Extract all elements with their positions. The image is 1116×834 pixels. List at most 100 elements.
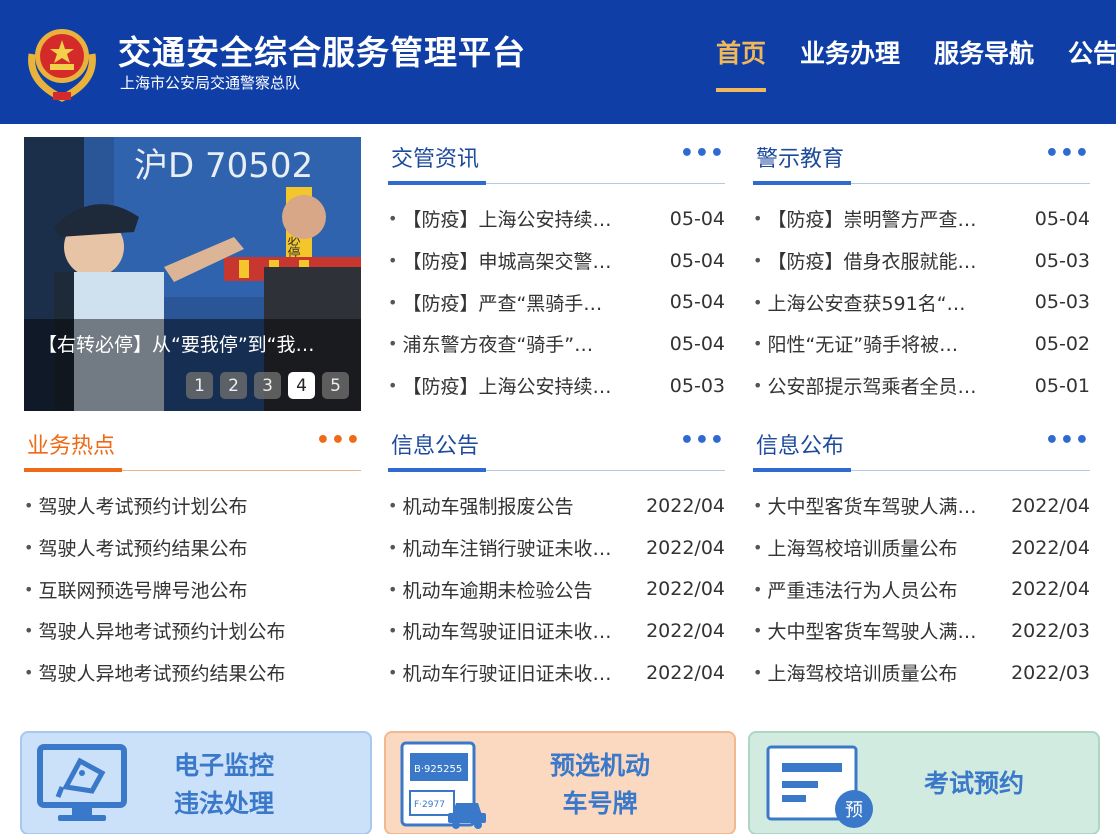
- card-label: 预选机动 车号牌: [550, 747, 650, 823]
- police-emblem-icon: [28, 29, 96, 102]
- item-date: 2022/04: [1011, 578, 1090, 601]
- card-label-line1: 预选机动: [550, 751, 651, 780]
- more-button[interactable]: •••: [1045, 428, 1090, 453]
- item-date: 2022/03: [1011, 619, 1090, 642]
- list-item[interactable]: 阳性“无证”骑手将被… 05-02: [753, 323, 1090, 365]
- item-title: 机动车强制报废公告: [402, 496, 574, 519]
- list-item[interactable]: 大中型客货车驾驶人满… 2022/04: [753, 485, 1090, 527]
- item-title: 机动车驾驶证旧证未收…: [402, 621, 612, 644]
- list-item[interactable]: 互联网预选号牌号池公布: [24, 568, 361, 610]
- site-title: 交通安全综合服务管理平台: [118, 33, 526, 72]
- more-button[interactable]: •••: [316, 428, 361, 453]
- item-date: 05-04: [669, 291, 725, 314]
- item-title: 机动车逾期未检验公告: [402, 579, 593, 602]
- list-item[interactable]: 【防疫】严查“黑骑手… 05-04: [388, 281, 725, 323]
- nav-business[interactable]: 业务办理: [800, 34, 900, 92]
- item-date: 05-04: [669, 332, 725, 355]
- list-item[interactable]: 上海驾校培训质量公布 2022/04: [753, 527, 1090, 569]
- item-title: 【防疫】崇明警方严查…: [767, 209, 977, 232]
- item-title: 大中型客货车驾驶人满…: [767, 621, 977, 644]
- list-item[interactable]: 【防疫】借身衣服就能… 05-03: [753, 240, 1090, 282]
- card-electronic-monitoring[interactable]: 电子监控 违法处理: [20, 731, 372, 834]
- item-title: 公安部提示驾乘者全员…: [767, 376, 977, 399]
- item-title: 机动车行驶证旧证未收…: [402, 663, 612, 686]
- item-date: 2022/04: [646, 536, 725, 559]
- panel-title[interactable]: 信息公告: [391, 428, 479, 460]
- plate-text: 沪D 70502: [134, 146, 313, 186]
- nav-announcement[interactable]: 公告: [1068, 34, 1116, 92]
- item-title: 【防疫】上海公安持续…: [402, 209, 612, 232]
- list-item[interactable]: 机动车行驶证旧证未收… 2022/04: [388, 652, 725, 694]
- nav-home[interactable]: 首页: [716, 34, 767, 92]
- carousel-page-2[interactable]: 2: [220, 372, 247, 399]
- item-title: 驾驶人异地考试预约结果公布: [38, 663, 286, 686]
- card-label-line2: 车号牌: [562, 789, 638, 818]
- item-date: 2022/04: [646, 578, 725, 601]
- more-button[interactable]: •••: [1045, 141, 1090, 166]
- item-date: 05-02: [1034, 332, 1090, 355]
- news-carousel[interactable]: 沪D 70502 右转必停 【右转必停】从“要我停”到“我… 1 2 3 4 5: [24, 137, 361, 411]
- item-title: 严重违法行为人员公布: [767, 579, 958, 602]
- list-item[interactable]: 驾驶人异地考试预约结果公布: [24, 652, 361, 694]
- item-date: 05-04: [669, 207, 725, 230]
- item-date: 2022/04: [646, 619, 725, 642]
- card-label-line1: 电子监控: [174, 751, 275, 780]
- exam-badge-text: 预: [845, 800, 863, 821]
- publish-list: 大中型客货车驾驶人满… 2022/04 上海驾校培训质量公布 2022/04 严重违…: [753, 485, 1090, 693]
- panel-title[interactable]: 业务热点: [27, 428, 115, 460]
- item-title: 阳性“无证”骑手将被…: [767, 334, 959, 357]
- more-button[interactable]: •••: [680, 141, 725, 166]
- card-preselect-plate[interactable]: B·925255 F·2977 预选机动 车号牌: [384, 731, 736, 834]
- list-item[interactable]: 驾驶人异地考试预约计划公布: [24, 610, 361, 652]
- carousel-page-1[interactable]: 1: [186, 372, 213, 399]
- panel-header: 警示教育 •••: [753, 137, 1090, 185]
- panel-info-publish: 信息公布 ••• 大中型客货车驾驶人满… 2022/04 上海驾校培训质量公布 20…: [753, 424, 1090, 693]
- list-item[interactable]: 【防疫】上海公安持续… 05-03: [388, 365, 725, 407]
- item-date: 05-01: [1034, 374, 1090, 397]
- panel-title[interactable]: 交管资讯: [391, 141, 479, 173]
- panel-title[interactable]: 警示教育: [756, 141, 844, 173]
- carousel-page-5[interactable]: 5: [322, 372, 349, 399]
- item-date: 05-04: [1034, 207, 1090, 230]
- item-title: 大中型客货车驾驶人满…: [767, 496, 977, 519]
- card-label: 考试预约: [924, 769, 1025, 798]
- panel-title[interactable]: 信息公布: [756, 428, 844, 460]
- item-title: 【防疫】借身衣服就能…: [767, 251, 977, 274]
- list-item[interactable]: 驾驶人考试预约计划公布: [24, 485, 361, 527]
- list-item[interactable]: 机动车逾期未检验公告 2022/04: [388, 568, 725, 610]
- panel-traffic-news: 交管资讯 ••• 【防疫】上海公安持续… 05-04 【防疫】申城高架交警… 05-…: [388, 137, 725, 406]
- monitor-camera-icon: [37, 744, 127, 821]
- panel-header: 交管资讯 •••: [388, 137, 725, 185]
- site-header: 交通安全综合服务管理平台 上海市公安局交通警察总队 首页 业务办理 服务导航 公…: [0, 0, 1116, 124]
- list-item[interactable]: 公安部提示驾乘者全员… 05-01: [753, 365, 1090, 407]
- list-item[interactable]: 上海公安查获591名“… 05-03: [753, 281, 1090, 323]
- list-item[interactable]: 机动车强制报废公告 2022/04: [388, 485, 725, 527]
- carousel-page-3[interactable]: 3: [254, 372, 281, 399]
- list-item[interactable]: 【防疫】崇明警方严查… 05-04: [753, 198, 1090, 240]
- item-title: 上海驾校培训质量公布: [767, 663, 958, 686]
- list-item[interactable]: 机动车注销行驶证未收… 2022/04: [388, 527, 725, 569]
- more-button[interactable]: •••: [680, 428, 725, 453]
- list-item[interactable]: 上海驾校培训质量公布 2022/03: [753, 652, 1090, 694]
- panel-business-hot: 业务热点 ••• 驾驶人考试预约计划公布 驾驶人考试预约结果公布 互联网预选号牌…: [24, 424, 361, 693]
- item-date: 05-03: [1034, 291, 1090, 314]
- news-list: 【防疫】上海公安持续… 05-04 【防疫】申城高架交警… 05-04 【防疫】严查…: [388, 198, 725, 406]
- nav-service-guide[interactable]: 服务导航: [934, 34, 1034, 92]
- site-subtitle: 上海市公安局交通警察总队: [120, 74, 301, 92]
- exam-booking-icon: 预: [766, 745, 873, 828]
- card-exam-booking[interactable]: 预 考试预约: [748, 731, 1100, 834]
- list-item[interactable]: 浦东警方夜查“骑手”… 05-04: [388, 323, 725, 365]
- carousel-page-4[interactable]: 4: [288, 372, 315, 399]
- plate1-text: B·925255: [414, 764, 462, 775]
- list-item[interactable]: 【防疫】申城高架交警… 05-04: [388, 240, 725, 282]
- item-title: 上海驾校培训质量公布: [767, 538, 958, 561]
- item-title: 机动车注销行驶证未收…: [402, 538, 612, 561]
- list-item[interactable]: 大中型客货车驾驶人满… 2022/03: [753, 610, 1090, 652]
- carousel-caption[interactable]: 【右转必停】从“要我停”到“我…: [38, 330, 356, 357]
- list-item[interactable]: 驾驶人考试预约结果公布: [24, 527, 361, 569]
- item-date: 05-03: [669, 374, 725, 397]
- item-date: 2022/04: [1011, 494, 1090, 517]
- list-item[interactable]: 严重违法行为人员公布 2022/04: [753, 568, 1090, 610]
- list-item[interactable]: 机动车驾驶证旧证未收… 2022/04: [388, 610, 725, 652]
- list-item[interactable]: 【防疫】上海公安持续… 05-04: [388, 198, 725, 240]
